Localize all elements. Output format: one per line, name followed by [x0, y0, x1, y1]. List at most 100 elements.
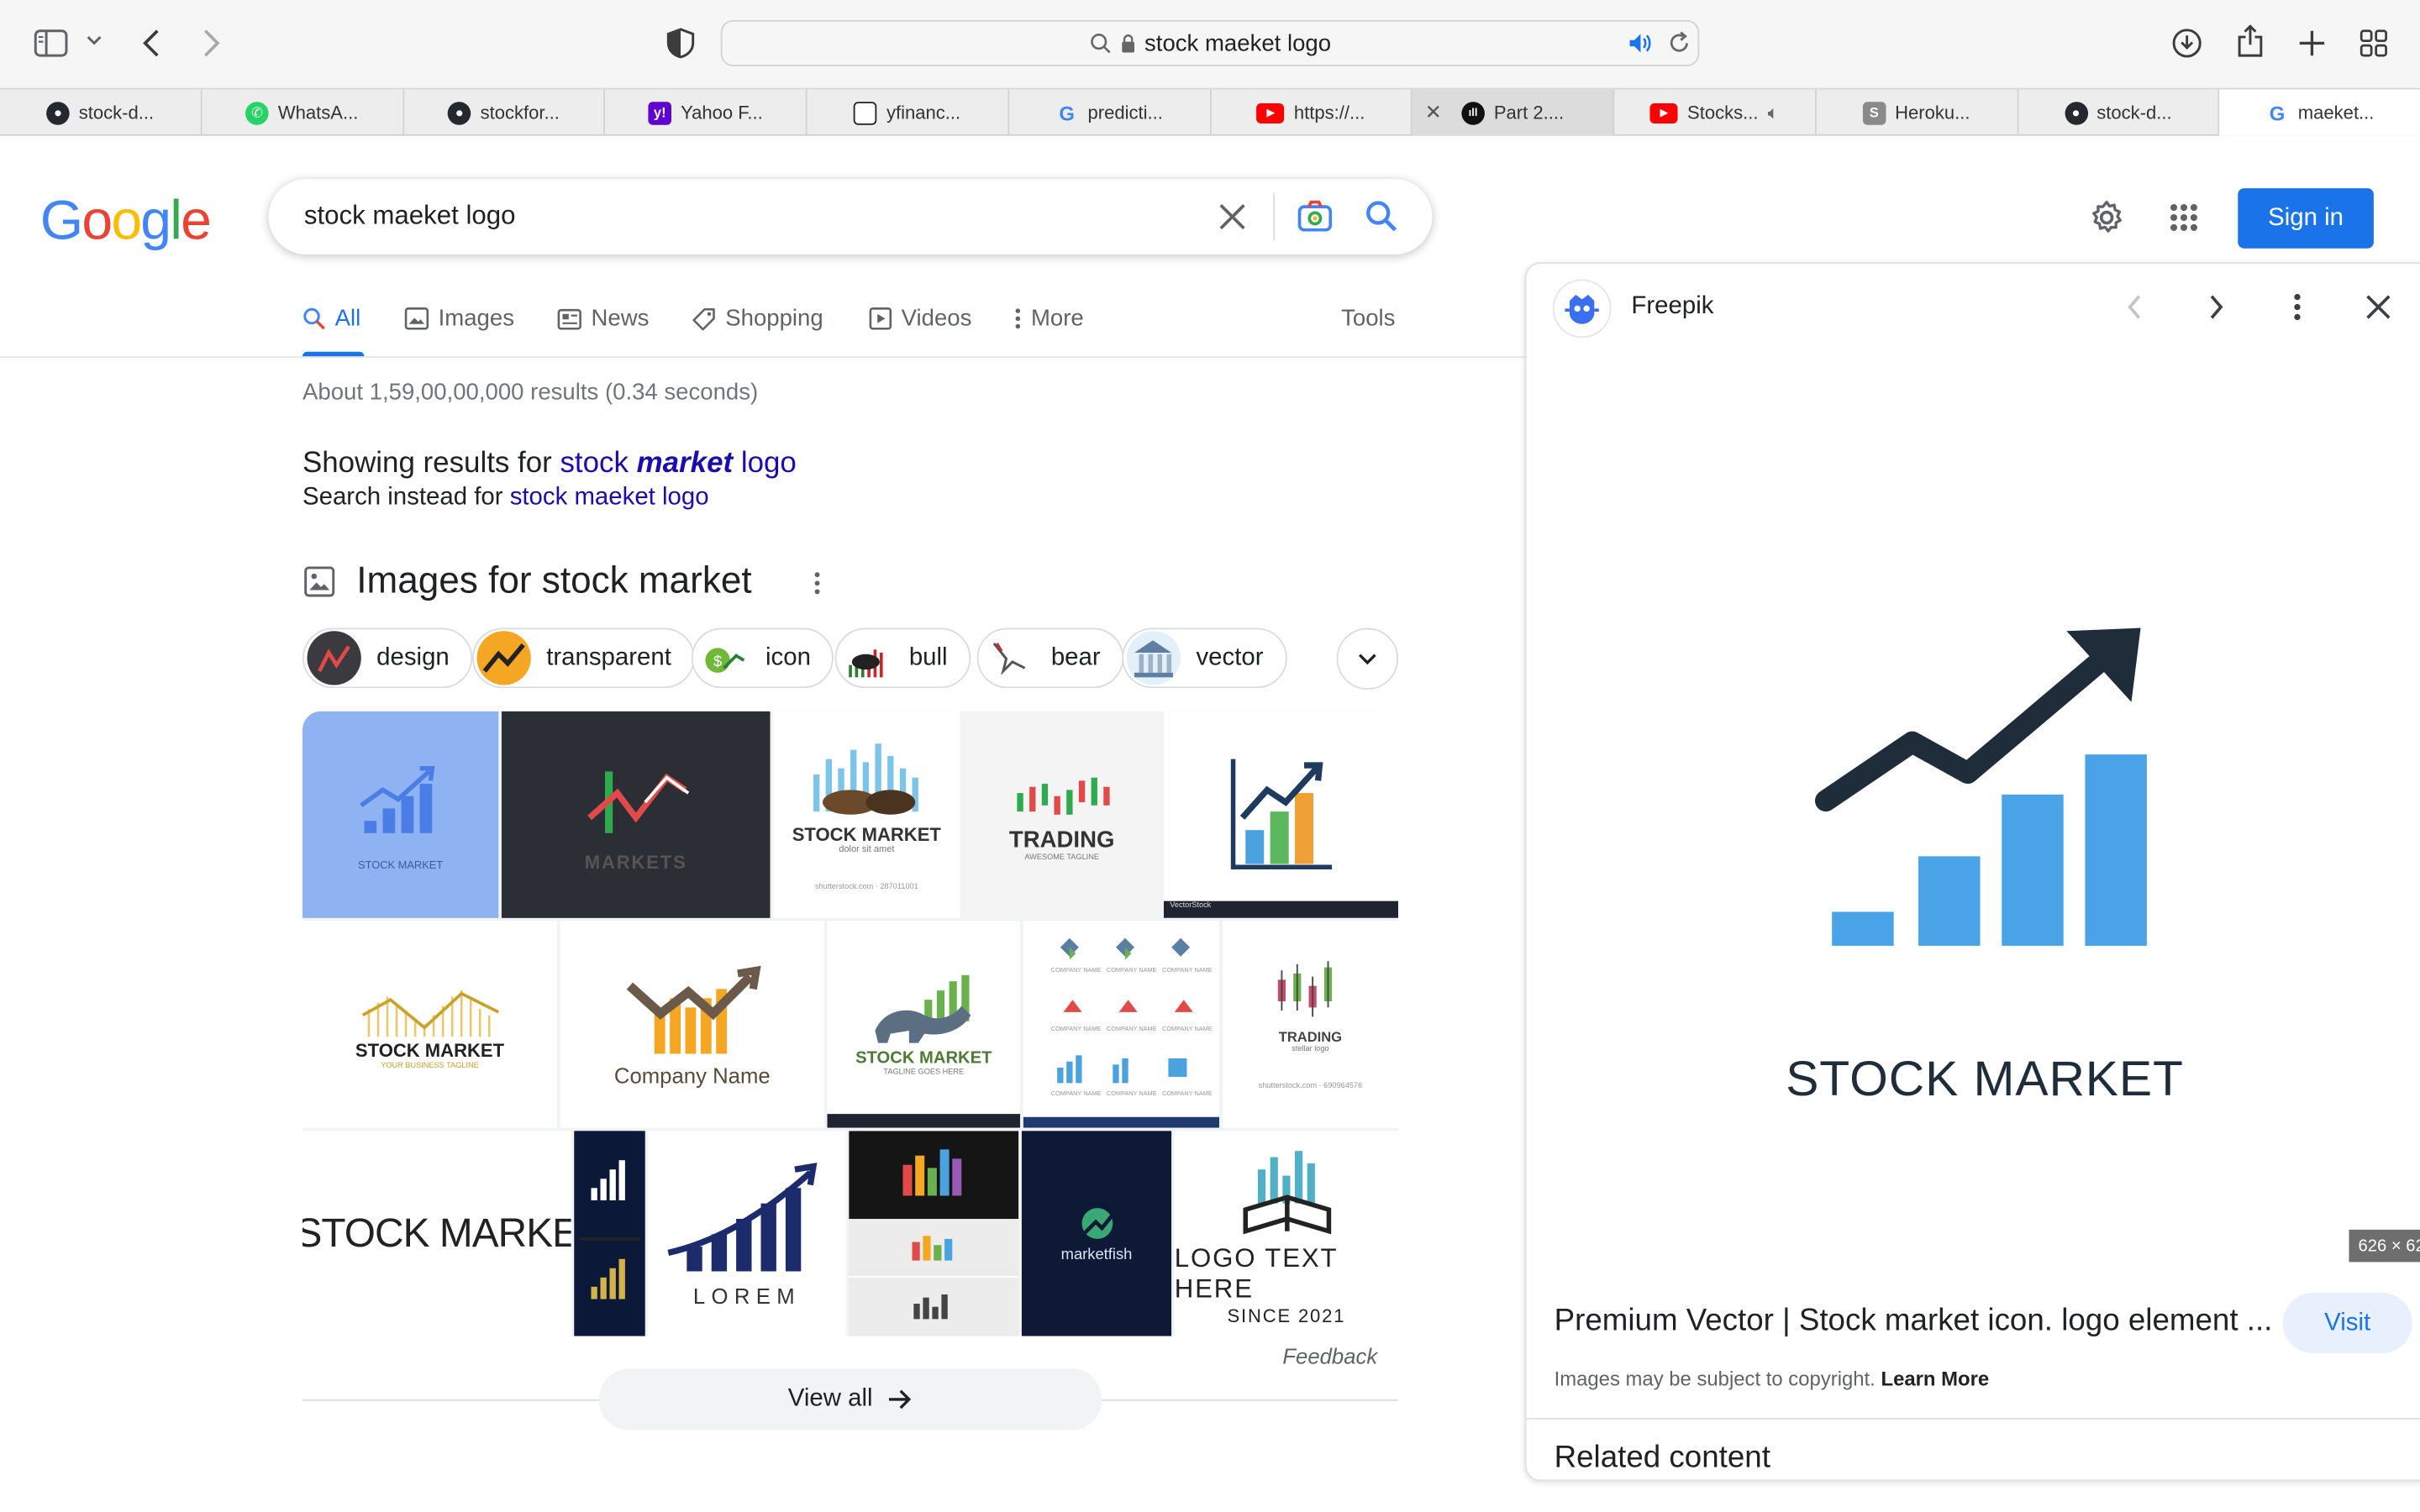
gear-icon[interactable] [2088, 199, 2125, 244]
preview-image[interactable]: STOCK MARKET [1526, 368, 2420, 1264]
tab-github-2[interactable]: ● stockfor... [403, 89, 606, 136]
tab-yahoo[interactable]: y! Yahoo F... [605, 89, 808, 136]
image-result[interactable]: TRADING AWESOME TAGLINE [963, 711, 1161, 918]
image-result[interactable]: STOCK MARKET dolor sit amet shutterstock… [773, 711, 960, 918]
image-result[interactable]: COMPANY NAME COMPANY NAME COMPANY NAME COMP… [1023, 921, 1220, 1128]
google-logo[interactable]: Google [40, 188, 212, 253]
shield-icon[interactable] [666, 28, 695, 59]
tab-images[interactable]: Images [404, 306, 514, 332]
chip-bull[interactable]: bull [834, 627, 971, 689]
tab-youtube-2[interactable]: ▶ Stocks... 🔈︎ [1614, 89, 1817, 136]
clear-search-icon[interactable] [1219, 203, 1245, 237]
search-icon[interactable] [1365, 199, 1398, 241]
image-result[interactable]: STOCK MARKE [302, 1131, 571, 1336]
audio-playing-icon[interactable]: 🔈︎ [1768, 101, 1779, 124]
apps-icon[interactable] [2170, 203, 2197, 239]
chart-icon: ıll [1461, 101, 1485, 124]
share-icon[interactable] [2236, 24, 2264, 58]
image-result[interactable]: TRADING stellar logo shutterstock.com · … [1222, 921, 1399, 1128]
image-result[interactable]: STOCK MARKET [302, 711, 499, 918]
forward-icon[interactable] [203, 28, 221, 59]
search-input[interactable]: stock maeket logo [304, 201, 516, 232]
image-icon [304, 566, 335, 605]
tab-news[interactable]: News [557, 306, 649, 332]
tab-heroku[interactable]: S Heroku... [1816, 89, 2018, 136]
logo-letter: l [170, 188, 182, 252]
chip-icon[interactable]: $ icon [691, 627, 834, 689]
source-name[interactable]: Freepik [1631, 293, 1713, 321]
close-tab-icon[interactable]: ✕ [1425, 100, 1442, 124]
image-result[interactable]: STOCK MARKET TAGLINE GOES HERE [827, 921, 1021, 1128]
image-result[interactable]: LOREM [648, 1131, 846, 1336]
search-icon [303, 307, 325, 330]
image-result[interactable]: LOGO TEXT HERE SINCE 2021 [1174, 1131, 1399, 1336]
sign-in-button[interactable]: Sign in [2238, 188, 2374, 249]
tools-button[interactable]: Tools [1341, 306, 1395, 332]
copyright-notice: Images may be subject to copyright. Lear… [1554, 1367, 1990, 1390]
svg-text:COMPANY NAME: COMPANY NAME [1106, 1025, 1156, 1032]
video-icon [869, 307, 892, 330]
tab-github-1[interactable]: ● stock-d... [0, 89, 203, 136]
tab-github-3[interactable]: ● stock-d... [2018, 89, 2220, 136]
chip-bear[interactable]: bear [976, 627, 1124, 689]
tab-overview-icon[interactable] [2360, 29, 2387, 57]
new-tab-icon[interactable] [2298, 29, 2326, 57]
tab-google-active[interactable]: G maeket... [2219, 89, 2420, 136]
address-bar[interactable]: stock maeket logo [720, 19, 1700, 66]
tab-whatsapp[interactable]: ✆ WhatsA... [202, 89, 404, 136]
search-divider [1273, 192, 1276, 241]
more-vert-icon [1015, 308, 1021, 329]
tab-label: stockfor... [480, 102, 560, 123]
chip-thumbnail [1126, 631, 1181, 685]
youtube-icon: ▶ [1649, 102, 1679, 123]
logo-letter: g [140, 188, 171, 252]
more-vert-icon[interactable] [2293, 293, 2301, 328]
tab-videos[interactable]: Videos [869, 306, 971, 332]
image-result[interactable]: STOCK MARKET YOUR BUSINESS TAGLINE [302, 921, 558, 1128]
image-dimensions-badge: 626 × 626 [2349, 1229, 2420, 1263]
result-title[interactable]: Premium Vector | Stock market icon. logo… [1555, 1304, 2273, 1339]
image-result[interactable] [574, 1131, 645, 1336]
search-box[interactable]: stock maeket logo [268, 179, 1433, 255]
tab-yfinance[interactable]: yfinanc... [808, 89, 1009, 136]
chip-design[interactable]: design [302, 627, 473, 689]
tab-label: maeket... [2297, 102, 2375, 123]
tab-google-prediction[interactable]: G predicti... [1009, 89, 1211, 136]
tab-label: Stocks... [1687, 102, 1759, 123]
chip-vector[interactable]: vector [1122, 627, 1287, 689]
speaker-icon[interactable] [1628, 33, 1653, 55]
expand-chips-button[interactable] [1336, 627, 1399, 690]
tab-all[interactable]: All [302, 306, 360, 332]
image-result[interactable]: MARKETS [501, 711, 771, 918]
feedback-link[interactable]: Feedback [1282, 1344, 1377, 1368]
reload-icon[interactable] [1669, 31, 1691, 55]
chip-transparent[interactable]: transparent [472, 627, 695, 689]
more-vert-icon[interactable] [813, 571, 821, 604]
corrected-query-link[interactable]: stock market logo [560, 448, 796, 480]
prev-image-icon[interactable] [2127, 293, 2142, 328]
download-icon[interactable] [2171, 28, 2202, 59]
tab-youtube-1[interactable]: ▶ https://... [1211, 89, 1413, 136]
tab-label: yfinanc... [886, 102, 961, 123]
svg-text:COMPANY NAME: COMPANY NAME [1161, 1025, 1212, 1032]
back-icon[interactable] [142, 28, 160, 59]
chevron-down-icon[interactable] [87, 34, 102, 46]
search-instead: Search instead for stock maeket logo [302, 484, 709, 511]
image-result[interactable]: VectorStock [1163, 711, 1399, 918]
learn-more-link[interactable]: Learn More [1881, 1367, 1989, 1390]
image-result[interactable] [849, 1131, 1019, 1336]
chevron-down-icon [1358, 654, 1376, 665]
next-image-icon[interactable] [2208, 293, 2223, 328]
image-result[interactable]: marketfish [1021, 1131, 1172, 1336]
view-all-button[interactable]: View all [598, 1368, 1102, 1431]
close-panel-icon[interactable] [2366, 295, 2391, 328]
tab-more[interactable]: More [1014, 306, 1084, 332]
original-query-link[interactable]: stock maeket logo [510, 485, 709, 511]
image-result[interactable]: Company Name [560, 921, 824, 1128]
sidebar-icon[interactable] [34, 29, 68, 57]
camera-icon[interactable] [1297, 199, 1334, 241]
tab-shopping[interactable]: Shopping [692, 306, 823, 332]
tab-part2[interactable]: ✕ ıll Part 2.... [1413, 89, 1615, 136]
svg-text:COMPANY NAME: COMPANY NAME [1161, 1089, 1212, 1097]
visit-button[interactable]: Visit [2282, 1293, 2412, 1353]
